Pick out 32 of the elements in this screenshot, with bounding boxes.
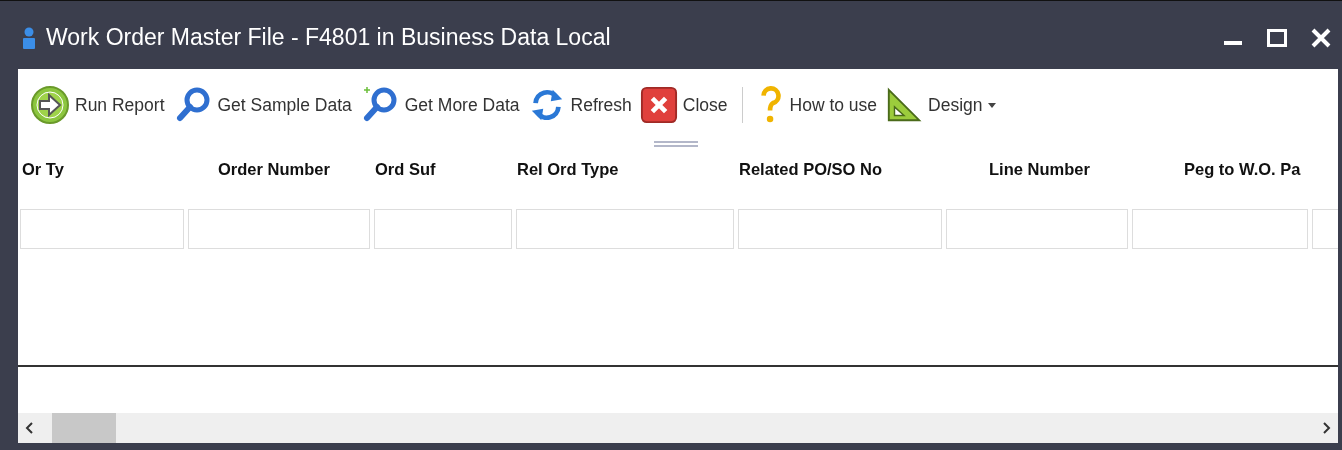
window-title: Work Order Master File - F4801 in Business Data Local — [46, 24, 611, 51]
toolbar-button[interactable]: Refresh — [523, 85, 636, 125]
scrollbar-thumb[interactable] — [52, 413, 116, 443]
toolbar-button[interactable]: How to use — [752, 84, 882, 126]
filter-field[interactable] — [738, 209, 942, 249]
scroll-left-icon[interactable] — [24, 421, 34, 435]
toolbar-button[interactable]: Get More Data — [355, 85, 524, 125]
maximize-icon[interactable] — [1266, 26, 1288, 49]
filter-field[interactable] — [1132, 209, 1308, 249]
toolbar-button[interactable]: Get Sample Data — [168, 85, 356, 125]
filter-field[interactable] — [188, 209, 370, 249]
filter-field[interactable] — [20, 209, 184, 249]
toolbar-button[interactable]: Run Report — [26, 85, 169, 125]
column-header[interactable]: Related PO/SO No — [739, 159, 883, 179]
grip-icon[interactable] — [654, 141, 698, 147]
caret-icon — [987, 102, 996, 108]
column-header[interactable]: Peg to W.O. Pa — [1184, 159, 1301, 179]
scroll-right-icon[interactable] — [1322, 421, 1332, 435]
toolbar-button[interactable]: Design — [881, 86, 1000, 124]
column-header[interactable]: Line Number — [989, 159, 1090, 179]
column-header[interactable]: Or Ty — [22, 159, 64, 179]
user-icon — [22, 26, 36, 49]
column-header[interactable]: Ord Suf — [375, 159, 436, 179]
column-header[interactable]: Rel Ord Type — [517, 159, 619, 179]
horizontal-scrollbar[interactable] — [18, 413, 1338, 443]
column-header[interactable]: Order Number — [218, 159, 330, 179]
close-icon[interactable] — [1310, 26, 1332, 49]
toolbar-button[interactable]: Close — [635, 86, 732, 124]
filter-field[interactable] — [516, 209, 734, 249]
filter-field[interactable] — [374, 209, 512, 249]
filter-field[interactable] — [946, 209, 1128, 249]
close-icon — [639, 86, 678, 124]
